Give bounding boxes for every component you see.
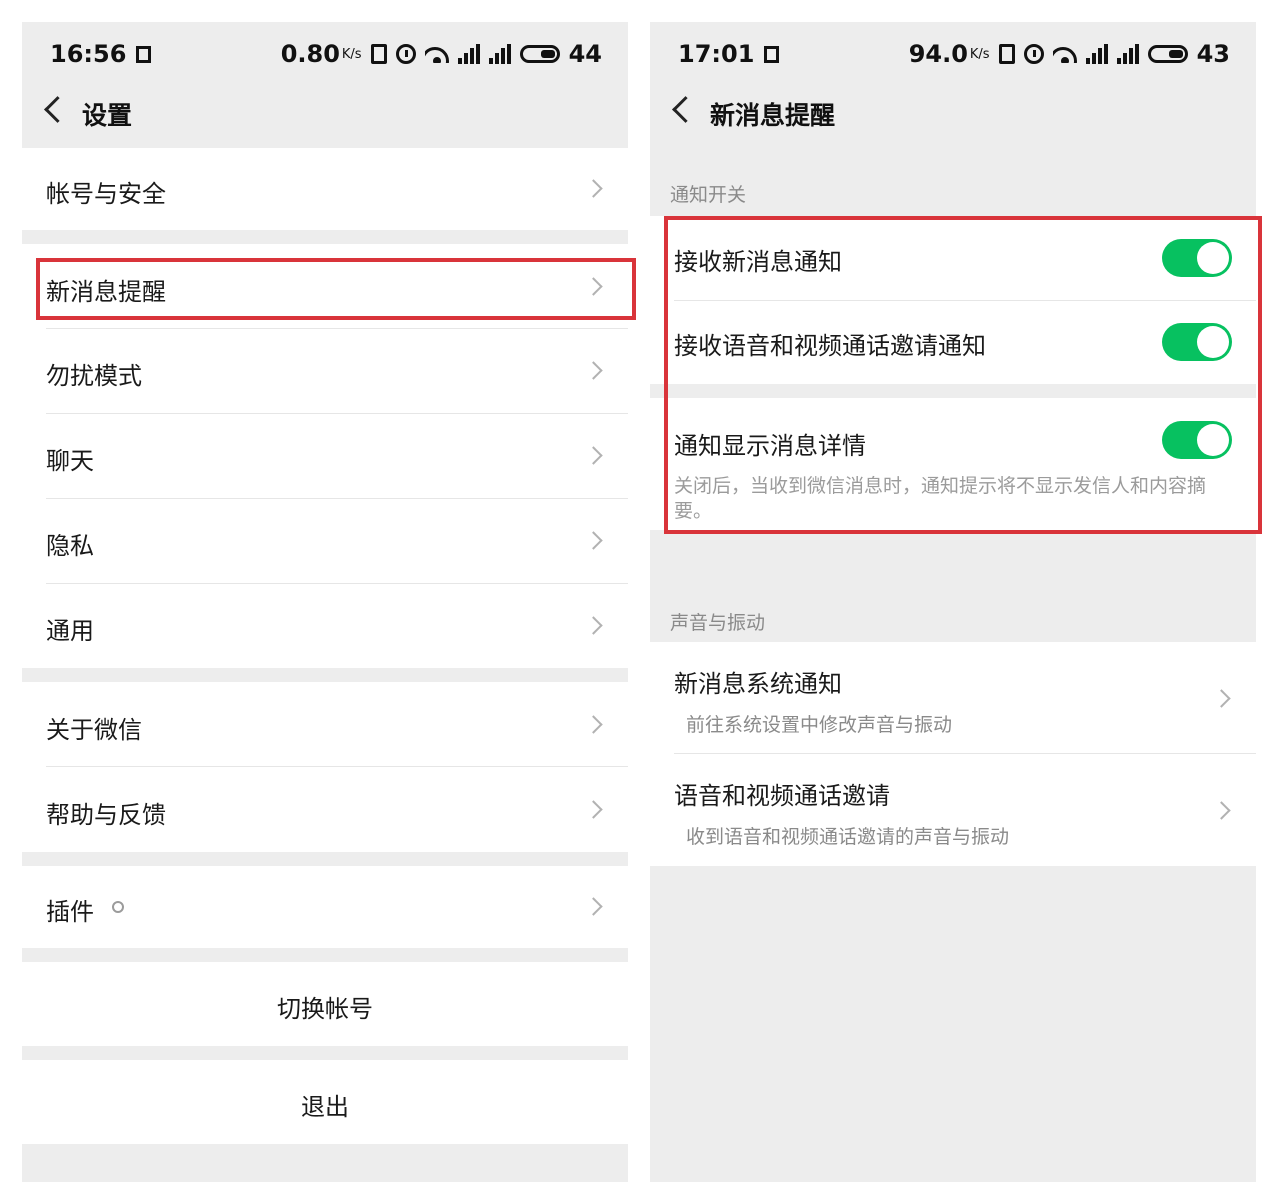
nav-bar: 设置 (22, 86, 628, 146)
chevron-right-icon (584, 446, 603, 465)
chevron-right-icon (1212, 801, 1231, 820)
battery-level: 43 (1196, 40, 1230, 68)
chevron-right-icon (1212, 689, 1231, 708)
wifi-icon (424, 45, 449, 63)
plugin-badge-icon (112, 901, 124, 913)
page-title: 设置 (82, 101, 133, 130)
notification-icon (764, 46, 780, 63)
settings-item-general[interactable]: 通用 (22, 584, 628, 668)
page-title: 新消息提醒 (710, 101, 836, 130)
vibrate-icon (998, 44, 1015, 64)
settings-item-about[interactable]: 关于微信 (22, 682, 628, 766)
alarm-icon (1023, 44, 1044, 64)
chevron-right-icon (584, 800, 603, 819)
settings-item-call-invite[interactable]: 语音和视频通话邀请 收到语音和视频通话邀请的声音与振动 (650, 754, 1256, 866)
network-speed: 0.80 (280, 40, 340, 68)
status-time: 16:56 (50, 40, 127, 68)
settings-item-label: 帐号与安全 (46, 180, 166, 208)
settings-item-plugins[interactable]: 插件 (22, 866, 628, 948)
back-icon[interactable] (672, 96, 699, 123)
settings-item-label: 帮助与反馈 (46, 801, 166, 829)
setting-subtitle: 收到语音和视频通话邀请的声音与振动 (686, 826, 1010, 848)
setting-subtitle: 前往系统设置中修改声音与振动 (686, 714, 953, 736)
setting-label: 新消息系统通知 (674, 670, 842, 698)
chevron-right-icon (584, 715, 603, 734)
highlight-box (664, 216, 1262, 534)
network-speed-unit: K/s (341, 46, 362, 62)
status-time: 17:01 (678, 40, 755, 68)
settings-item-privacy[interactable]: 隐私 (22, 499, 628, 583)
settings-item-label: 通用 (46, 617, 94, 645)
switch-account-label: 切换帐号 (277, 995, 373, 1023)
chevron-right-icon (584, 361, 603, 380)
chevron-right-icon (584, 616, 603, 635)
settings-item-dnd[interactable]: 勿扰模式 (22, 329, 628, 413)
battery-icon (1147, 45, 1188, 63)
settings-item-label: 勿扰模式 (46, 362, 142, 390)
settings-item-label: 关于微信 (46, 716, 142, 744)
signal-icon (1085, 44, 1108, 64)
vibrate-icon (370, 44, 387, 64)
section-title-sound: 声音与振动 (670, 612, 766, 634)
chevron-right-icon (584, 897, 603, 916)
setting-label: 语音和视频通话邀请 (674, 782, 890, 810)
settings-item-label: 插件 (46, 898, 94, 926)
status-bar: 17:01 94.0 K/s 43 (650, 22, 1256, 86)
settings-item-system-notify[interactable]: 新消息系统通知 前往系统设置中修改声音与振动 (650, 642, 1256, 753)
battery-icon (519, 45, 560, 63)
settings-group: 新消息系统通知 前往系统设置中修改声音与振动 语音和视频通话邀请 收到语音和视频… (650, 642, 1256, 866)
section-title-notify: 通知开关 (670, 184, 747, 206)
settings-screen: 16:56 0.80 K/s 44 设置 帐号与安全 新消息提醒 勿扰模式 聊天… (22, 22, 628, 1182)
wifi-icon (1052, 45, 1077, 63)
signal-icon (488, 44, 511, 64)
alarm-icon (395, 44, 416, 64)
settings-group: 关于微信 帮助与反馈 (22, 682, 628, 852)
network-speed: 94.0 (908, 40, 968, 68)
settings-item-label: 聊天 (46, 447, 94, 475)
settings-item-account[interactable]: 帐号与安全 (22, 148, 628, 230)
highlight-box (36, 258, 636, 320)
switch-account-button[interactable]: 切换帐号 (22, 962, 628, 1046)
settings-item-help[interactable]: 帮助与反馈 (22, 767, 628, 852)
chevron-right-icon (584, 531, 603, 550)
network-speed-unit: K/s (969, 46, 990, 62)
logout-label: 退出 (301, 1093, 349, 1121)
notification-icon (136, 46, 152, 63)
logout-button[interactable]: 退出 (22, 1060, 628, 1144)
nav-bar: 新消息提醒 (650, 86, 1256, 146)
battery-level: 44 (568, 40, 602, 68)
settings-item-label: 隐私 (46, 532, 94, 560)
signal-icon (457, 44, 480, 64)
status-bar: 16:56 0.80 K/s 44 (22, 22, 628, 86)
signal-icon (1116, 44, 1139, 64)
chevron-right-icon (584, 179, 603, 198)
new-message-screen: 17:01 94.0 K/s 43 新消息提醒 通知开关 接收新消息通知 接收语… (650, 22, 1256, 1182)
back-icon[interactable] (44, 96, 71, 123)
settings-item-chat[interactable]: 聊天 (22, 414, 628, 498)
